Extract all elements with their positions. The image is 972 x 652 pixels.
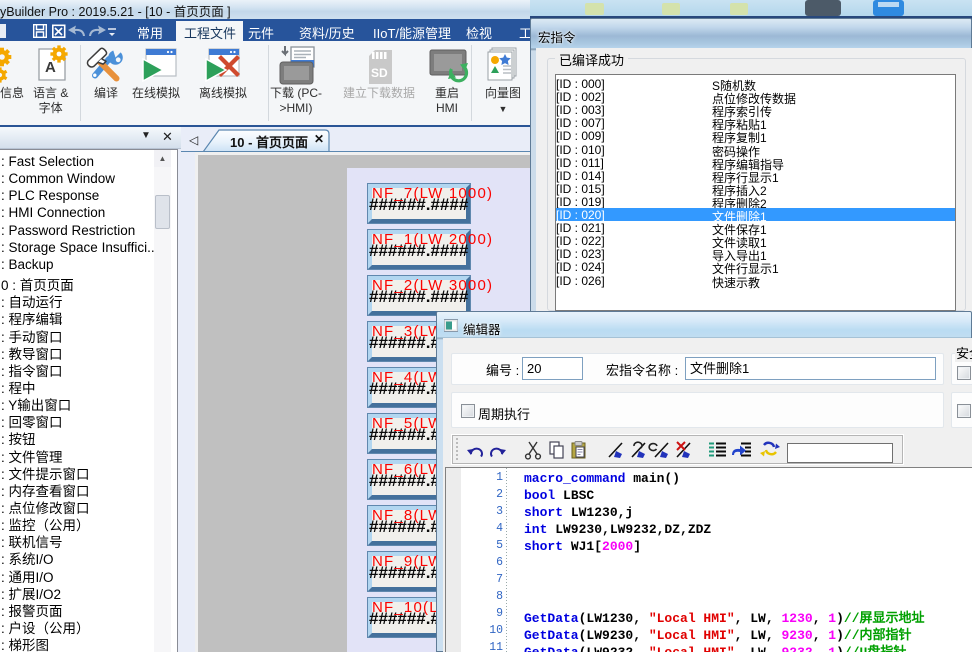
svg-text:SD: SD <box>371 66 388 80</box>
svg-text:A: A <box>45 59 56 76</box>
